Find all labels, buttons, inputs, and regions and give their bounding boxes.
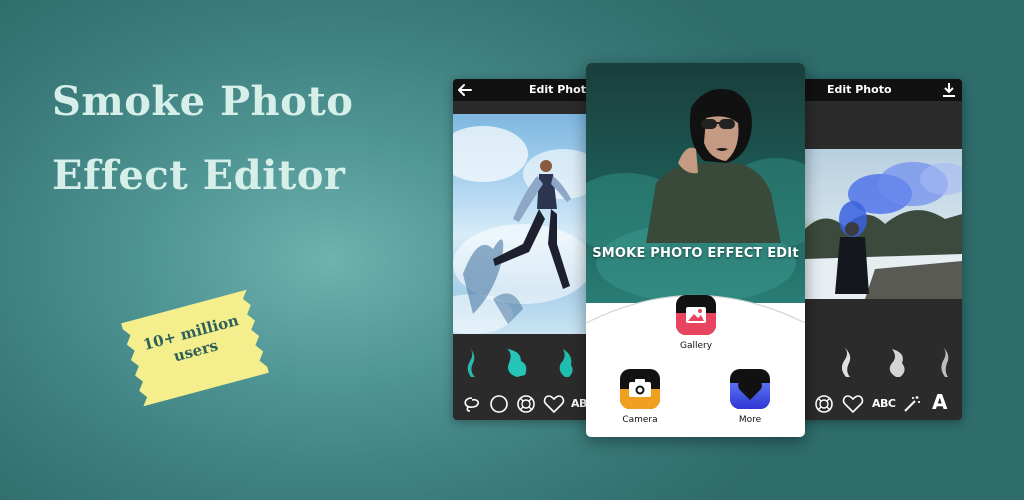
smoke-effect-thumb[interactable] <box>503 345 531 379</box>
right-tools-row: ABC A <box>800 390 962 417</box>
jumping-man-photo <box>453 114 590 334</box>
gallery-label: Gallery <box>679 341 713 351</box>
more-icon <box>730 369 770 409</box>
smoke-woman-photo <box>586 63 805 303</box>
smoke-effect-thumb[interactable] <box>553 345 577 379</box>
magic-wand-icon[interactable] <box>902 394 922 414</box>
lifebuoy-icon[interactable] <box>814 394 834 414</box>
more-label: More <box>738 415 762 425</box>
arrow-left-icon[interactable] <box>457 82 473 102</box>
right-screen-title: Edit Photo <box>827 83 892 96</box>
abc-text-icon[interactable]: ABC <box>872 397 896 410</box>
right-screen: Edit Photo ABC A <box>800 79 962 420</box>
blue-smoke-photo <box>805 149 962 299</box>
heart-icon <box>738 379 762 400</box>
lasso-icon[interactable] <box>462 394 482 414</box>
left-effects-row <box>453 341 590 381</box>
left-screen-title: Edit Photo <box>529 83 590 96</box>
headline-line-1: Smoke Photo <box>52 78 354 125</box>
smoke-effect-thumb[interactable] <box>884 345 908 379</box>
circle-icon[interactable] <box>489 394 509 414</box>
more-button[interactable]: More <box>720 369 780 425</box>
left-topbar: Edit Photo <box>453 79 590 101</box>
users-badge: 10+ million users <box>121 289 269 407</box>
camera-button[interactable]: Camera <box>610 369 670 425</box>
center-screen: SMOKE PHOTO EFFECT EDIt Gallery Camera M… <box>586 63 805 437</box>
heart-outline-icon[interactable] <box>842 394 864 414</box>
camera-label: Camera <box>622 415 658 425</box>
text-tool-icon[interactable]: A <box>932 390 947 414</box>
right-topbar: Edit Photo <box>800 79 962 101</box>
gallery-button[interactable]: Gallery <box>666 295 726 351</box>
hero-banner: SMOKE PHOTO EFFECT EDIt <box>586 63 805 303</box>
smoke-effect-thumb[interactable] <box>836 345 856 379</box>
smoke-effect-thumb[interactable] <box>461 345 481 379</box>
left-screen: Edit Photo ABC <box>453 79 590 420</box>
smoke-effect-thumb[interactable] <box>936 345 954 379</box>
headline-line-2: Effect Editor <box>52 152 346 199</box>
camera-icon <box>620 369 660 409</box>
right-effects-row <box>800 341 962 381</box>
left-tools-row: ABC <box>453 391 590 417</box>
gallery-icon <box>676 295 716 335</box>
app-title: SMOKE PHOTO EFFECT EDIt <box>592 246 799 261</box>
heart-outline-icon[interactable] <box>543 394 565 414</box>
download-icon[interactable] <box>941 82 957 102</box>
lifebuoy-icon[interactable] <box>516 394 536 414</box>
